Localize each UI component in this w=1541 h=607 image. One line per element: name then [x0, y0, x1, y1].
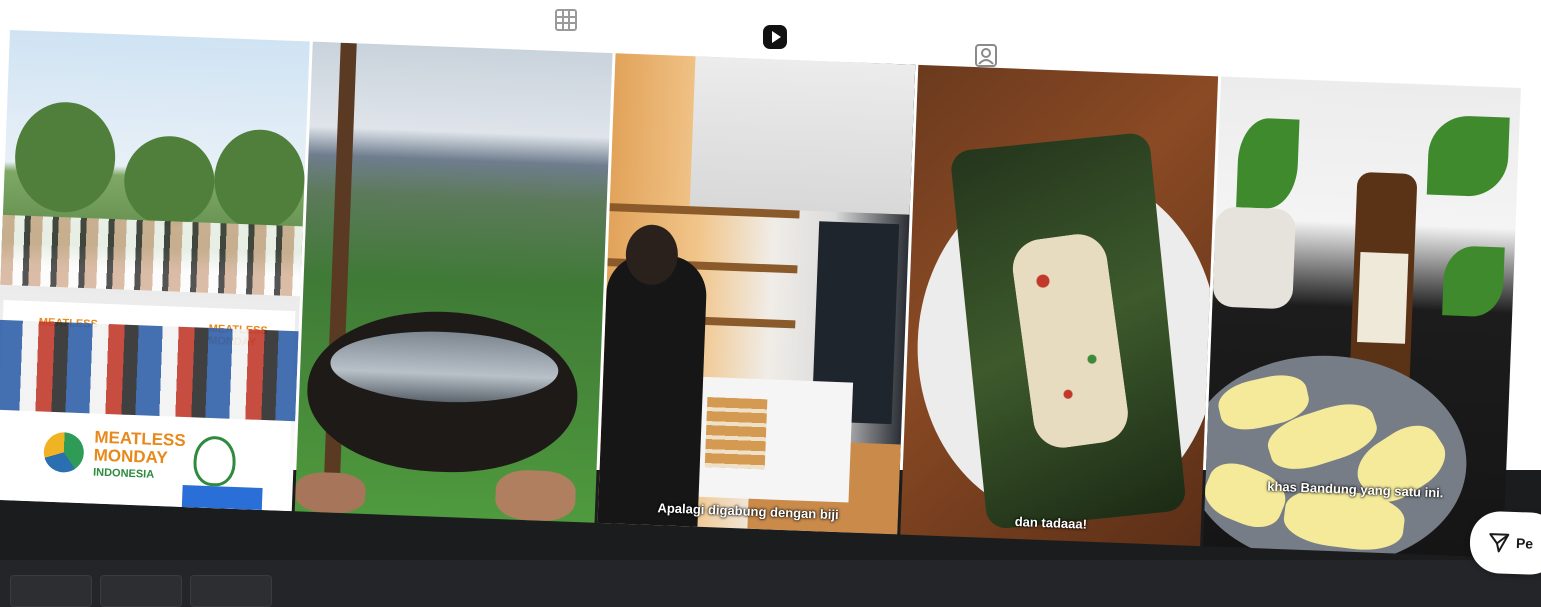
keyboard-key [190, 575, 272, 607]
tree-shape [212, 127, 307, 232]
plant-leaf [1426, 114, 1510, 198]
tagged-icon [975, 44, 997, 67]
plant-leaf [1442, 245, 1505, 318]
vase [1212, 206, 1297, 310]
hand [494, 468, 577, 523]
blue-strip [181, 484, 263, 511]
pastries [704, 397, 768, 470]
reel-thumbnail-2[interactable] [294, 41, 613, 523]
reel-thumbnail-4[interactable]: dan tadaaa! [900, 64, 1219, 547]
tree-shape [13, 100, 118, 215]
hand [294, 471, 367, 514]
campaign-subtitle: INDONESIA [92, 466, 155, 481]
reel-thumbnail-5[interactable]: khas Bandung yang satu ini. [1203, 76, 1521, 558]
grid-icon [555, 9, 577, 31]
tab-grid[interactable] [552, 6, 580, 34]
reels-icon [763, 25, 787, 49]
tab-tagged[interactable] [972, 40, 1000, 70]
share-button[interactable]: Pe [1468, 510, 1541, 576]
leaf-logo-icon [192, 435, 237, 487]
ceiling [689, 56, 916, 215]
bottle-label [1357, 252, 1409, 344]
person [597, 253, 708, 527]
tree-shape [122, 134, 217, 228]
send-icon [1489, 533, 1510, 553]
people-photo [0, 319, 299, 422]
reel-thumbnail-1[interactable]: MEATLESS MEATLESS MONDAY MEATLESS MONDAY… [0, 30, 310, 512]
reel-thumbnail-3[interactable]: Apalagi digabung dengan biji [597, 53, 916, 535]
share-button-label: Pe [1515, 535, 1534, 552]
crowd-photo [0, 214, 303, 297]
campaign-title: MEATLESS MONDAY [93, 427, 187, 468]
keyboard-key [100, 575, 182, 607]
keyboard-key [10, 575, 92, 607]
reels-grid: MEATLESS MEATLESS MONDAY MEATLESS MONDAY… [0, 30, 1534, 558]
plant-leaf [1236, 117, 1300, 210]
tab-reels[interactable] [760, 22, 790, 52]
